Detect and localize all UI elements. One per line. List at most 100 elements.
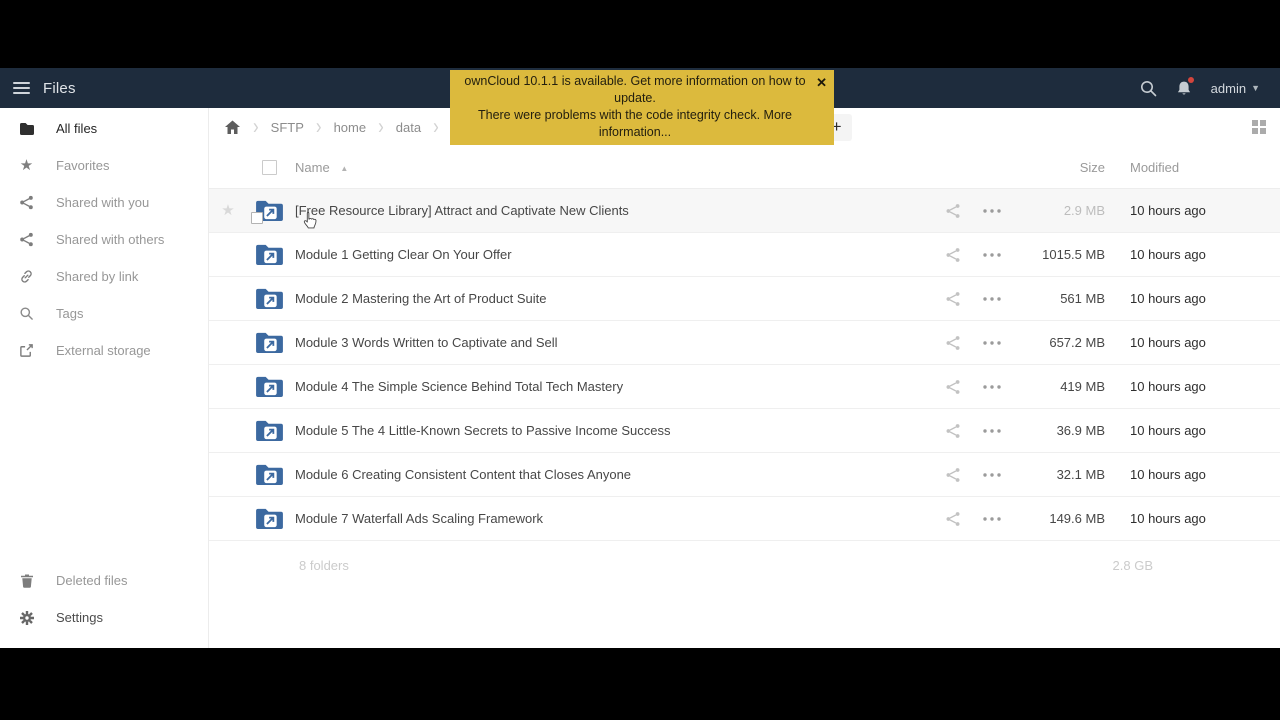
more-options-icon[interactable]	[971, 296, 1013, 301]
more-options-icon[interactable]	[971, 428, 1013, 433]
table-row[interactable]: ★ Module 6 Creating Consistent Content t…	[209, 453, 1280, 497]
shared-folder-icon[interactable]	[255, 419, 284, 442]
column-header-size[interactable]: Size	[1013, 160, 1105, 175]
sidebar-item-favorites[interactable]: ★ Favorites	[0, 147, 208, 184]
home-icon[interactable]	[224, 120, 241, 135]
more-options-icon[interactable]	[971, 340, 1013, 345]
banner-integrity-line[interactable]: There were problems with the code integr…	[460, 107, 810, 141]
shared-folder-icon[interactable]	[255, 243, 284, 266]
file-modified: 10 hours ago	[1130, 247, 1206, 262]
favorite-star-icon[interactable]: ★	[221, 203, 234, 218]
table-row[interactable]: ★ Module 3 Words Written to Captivate an…	[209, 321, 1280, 365]
sidebar-item-shared-with-you[interactable]: Shared with you	[0, 184, 208, 221]
table-row[interactable]: ★ Module 5 The 4 Little-Known Secrets to…	[209, 409, 1280, 453]
shared-folder-icon[interactable]	[255, 507, 284, 530]
sidebar-item-label: External storage	[56, 343, 151, 358]
share-icon[interactable]	[935, 423, 971, 439]
app-title: Files	[43, 79, 76, 97]
user-name: admin	[1210, 80, 1247, 96]
close-icon[interactable]: ✕	[816, 74, 827, 91]
file-name[interactable]: Module 1 Getting Clear On Your Offer	[291, 247, 935, 262]
share-icon[interactable]	[935, 467, 971, 483]
share-icon	[18, 195, 35, 210]
sidebar-item-label: All files	[56, 121, 98, 136]
share-icon[interactable]	[935, 379, 971, 395]
table-row[interactable]: ★ [Free Resource Library] Attract and Ca…	[209, 189, 1280, 233]
share-icon[interactable]	[935, 203, 971, 219]
sidebar-item-shared-with-others[interactable]: Shared with others	[0, 221, 208, 258]
sidebar-item-external-storage[interactable]: External storage	[0, 332, 208, 369]
more-options-icon[interactable]	[971, 516, 1013, 521]
select-all-checkbox[interactable]	[261, 159, 277, 175]
top-navigation-bar: Files admin ▼ ownCloud 10.1.1 is availab…	[0, 68, 1280, 145]
share-icon[interactable]	[935, 335, 971, 351]
file-list-panel: › SFTP › home › data › Upload May 2020 ›…	[209, 108, 1280, 648]
file-size: 561 MB	[1060, 291, 1105, 306]
shared-folder-icon[interactable]	[255, 463, 284, 486]
share-icon	[18, 232, 35, 247]
more-options-icon[interactable]	[971, 384, 1013, 389]
sidebar-item-all-files[interactable]: All files	[0, 110, 208, 147]
share-icon[interactable]	[935, 511, 971, 527]
owncloud-window: Files admin ▼ ownCloud 10.1.1 is availab…	[0, 68, 1280, 648]
column-header-modified[interactable]: Modified	[1105, 160, 1280, 175]
file-modified: 10 hours ago	[1130, 467, 1206, 482]
grid-view-icon[interactable]	[1252, 120, 1266, 134]
breadcrumb-item[interactable]: home	[334, 120, 367, 135]
sidebar-item-settings[interactable]: Settings	[0, 599, 208, 636]
breadcrumb-item[interactable]: data	[396, 120, 421, 135]
list-summary: 8 folders 2.8 GB	[209, 541, 1280, 573]
table-row[interactable]: ★ Module 1 Getting Clear On Your Offer 1…	[209, 233, 1280, 277]
banner-update-line[interactable]: ownCloud 10.1.1 is available. Get more i…	[460, 73, 810, 107]
share-icon[interactable]	[935, 247, 971, 263]
screen: Files admin ▼ ownCloud 10.1.1 is availab…	[0, 0, 1280, 720]
file-name[interactable]: Module 2 Mastering the Art of Product Su…	[291, 291, 935, 306]
breadcrumb-item[interactable]: SFTP	[271, 120, 304, 135]
file-size: 149.6 MB	[1049, 511, 1105, 526]
table-header: Name ▲ Size Modified	[209, 146, 1280, 189]
shared-folder-icon[interactable]	[255, 287, 284, 310]
breadcrumb-separator: ›	[315, 114, 322, 139]
trash-icon	[18, 573, 35, 588]
sidebar-item-shared-by-link[interactable]: Shared by link	[0, 258, 208, 295]
more-options-icon[interactable]	[971, 208, 1013, 213]
table-row[interactable]: ★ Module 2 Mastering the Art of Product …	[209, 277, 1280, 321]
table-row[interactable]: ★ Module 7 Waterfall Ads Scaling Framewo…	[209, 497, 1280, 541]
row-checkbox[interactable]	[250, 212, 263, 224]
file-name[interactable]: Module 4 The Simple Science Behind Total…	[291, 379, 935, 394]
tags-icon	[18, 306, 35, 321]
external-storage-icon	[18, 343, 35, 358]
shared-folder-icon[interactable]	[255, 375, 284, 398]
share-icon[interactable]	[935, 291, 971, 307]
sort-ascending-icon: ▲	[340, 163, 349, 173]
sidebar-item-tags[interactable]: Tags	[0, 295, 208, 332]
sidebar-item-label: Shared with others	[56, 232, 165, 247]
more-options-icon[interactable]	[971, 472, 1013, 477]
file-name[interactable]: Module 5 The 4 Little-Known Secrets to P…	[291, 423, 935, 438]
file-name[interactable]: Module 6 Creating Consistent Content tha…	[291, 467, 935, 482]
more-options-icon[interactable]	[971, 252, 1013, 257]
link-icon	[18, 269, 35, 284]
file-size: 2.9 MB	[1063, 203, 1105, 218]
apps-menu-icon[interactable]	[13, 79, 30, 97]
sidebar: All files ★ Favorites Shared with you Sh…	[0, 108, 209, 648]
file-modified: 10 hours ago	[1130, 291, 1206, 306]
file-size: 657.2 MB	[1049, 335, 1105, 350]
sidebar-item-label: Shared by link	[56, 269, 139, 284]
file-size: 419 MB	[1060, 379, 1105, 394]
search-icon[interactable]	[1140, 80, 1157, 97]
column-header-name[interactable]: Name ▲	[291, 160, 935, 175]
shared-folder-icon[interactable]	[255, 331, 284, 354]
sidebar-item-deleted-files[interactable]: Deleted files	[0, 562, 208, 599]
notification-dot	[1187, 76, 1194, 83]
notifications-bell-icon[interactable]	[1176, 76, 1194, 97]
file-name[interactable]: Module 3 Words Written to Captivate and …	[291, 335, 935, 350]
breadcrumb-separator: ›	[433, 114, 439, 139]
table-row[interactable]: ★ Module 4 The Simple Science Behind Tot…	[209, 365, 1280, 409]
file-size: 36.9 MB	[1056, 423, 1105, 438]
user-menu[interactable]: admin ▼	[1211, 81, 1260, 96]
shared-folder-icon[interactable]	[250, 199, 284, 224]
breadcrumb-separator: ›	[253, 114, 259, 139]
file-name[interactable]: Module 7 Waterfall Ads Scaling Framework	[291, 511, 935, 526]
file-name[interactable]: [Free Resource Library] Attract and Capt…	[291, 203, 935, 218]
